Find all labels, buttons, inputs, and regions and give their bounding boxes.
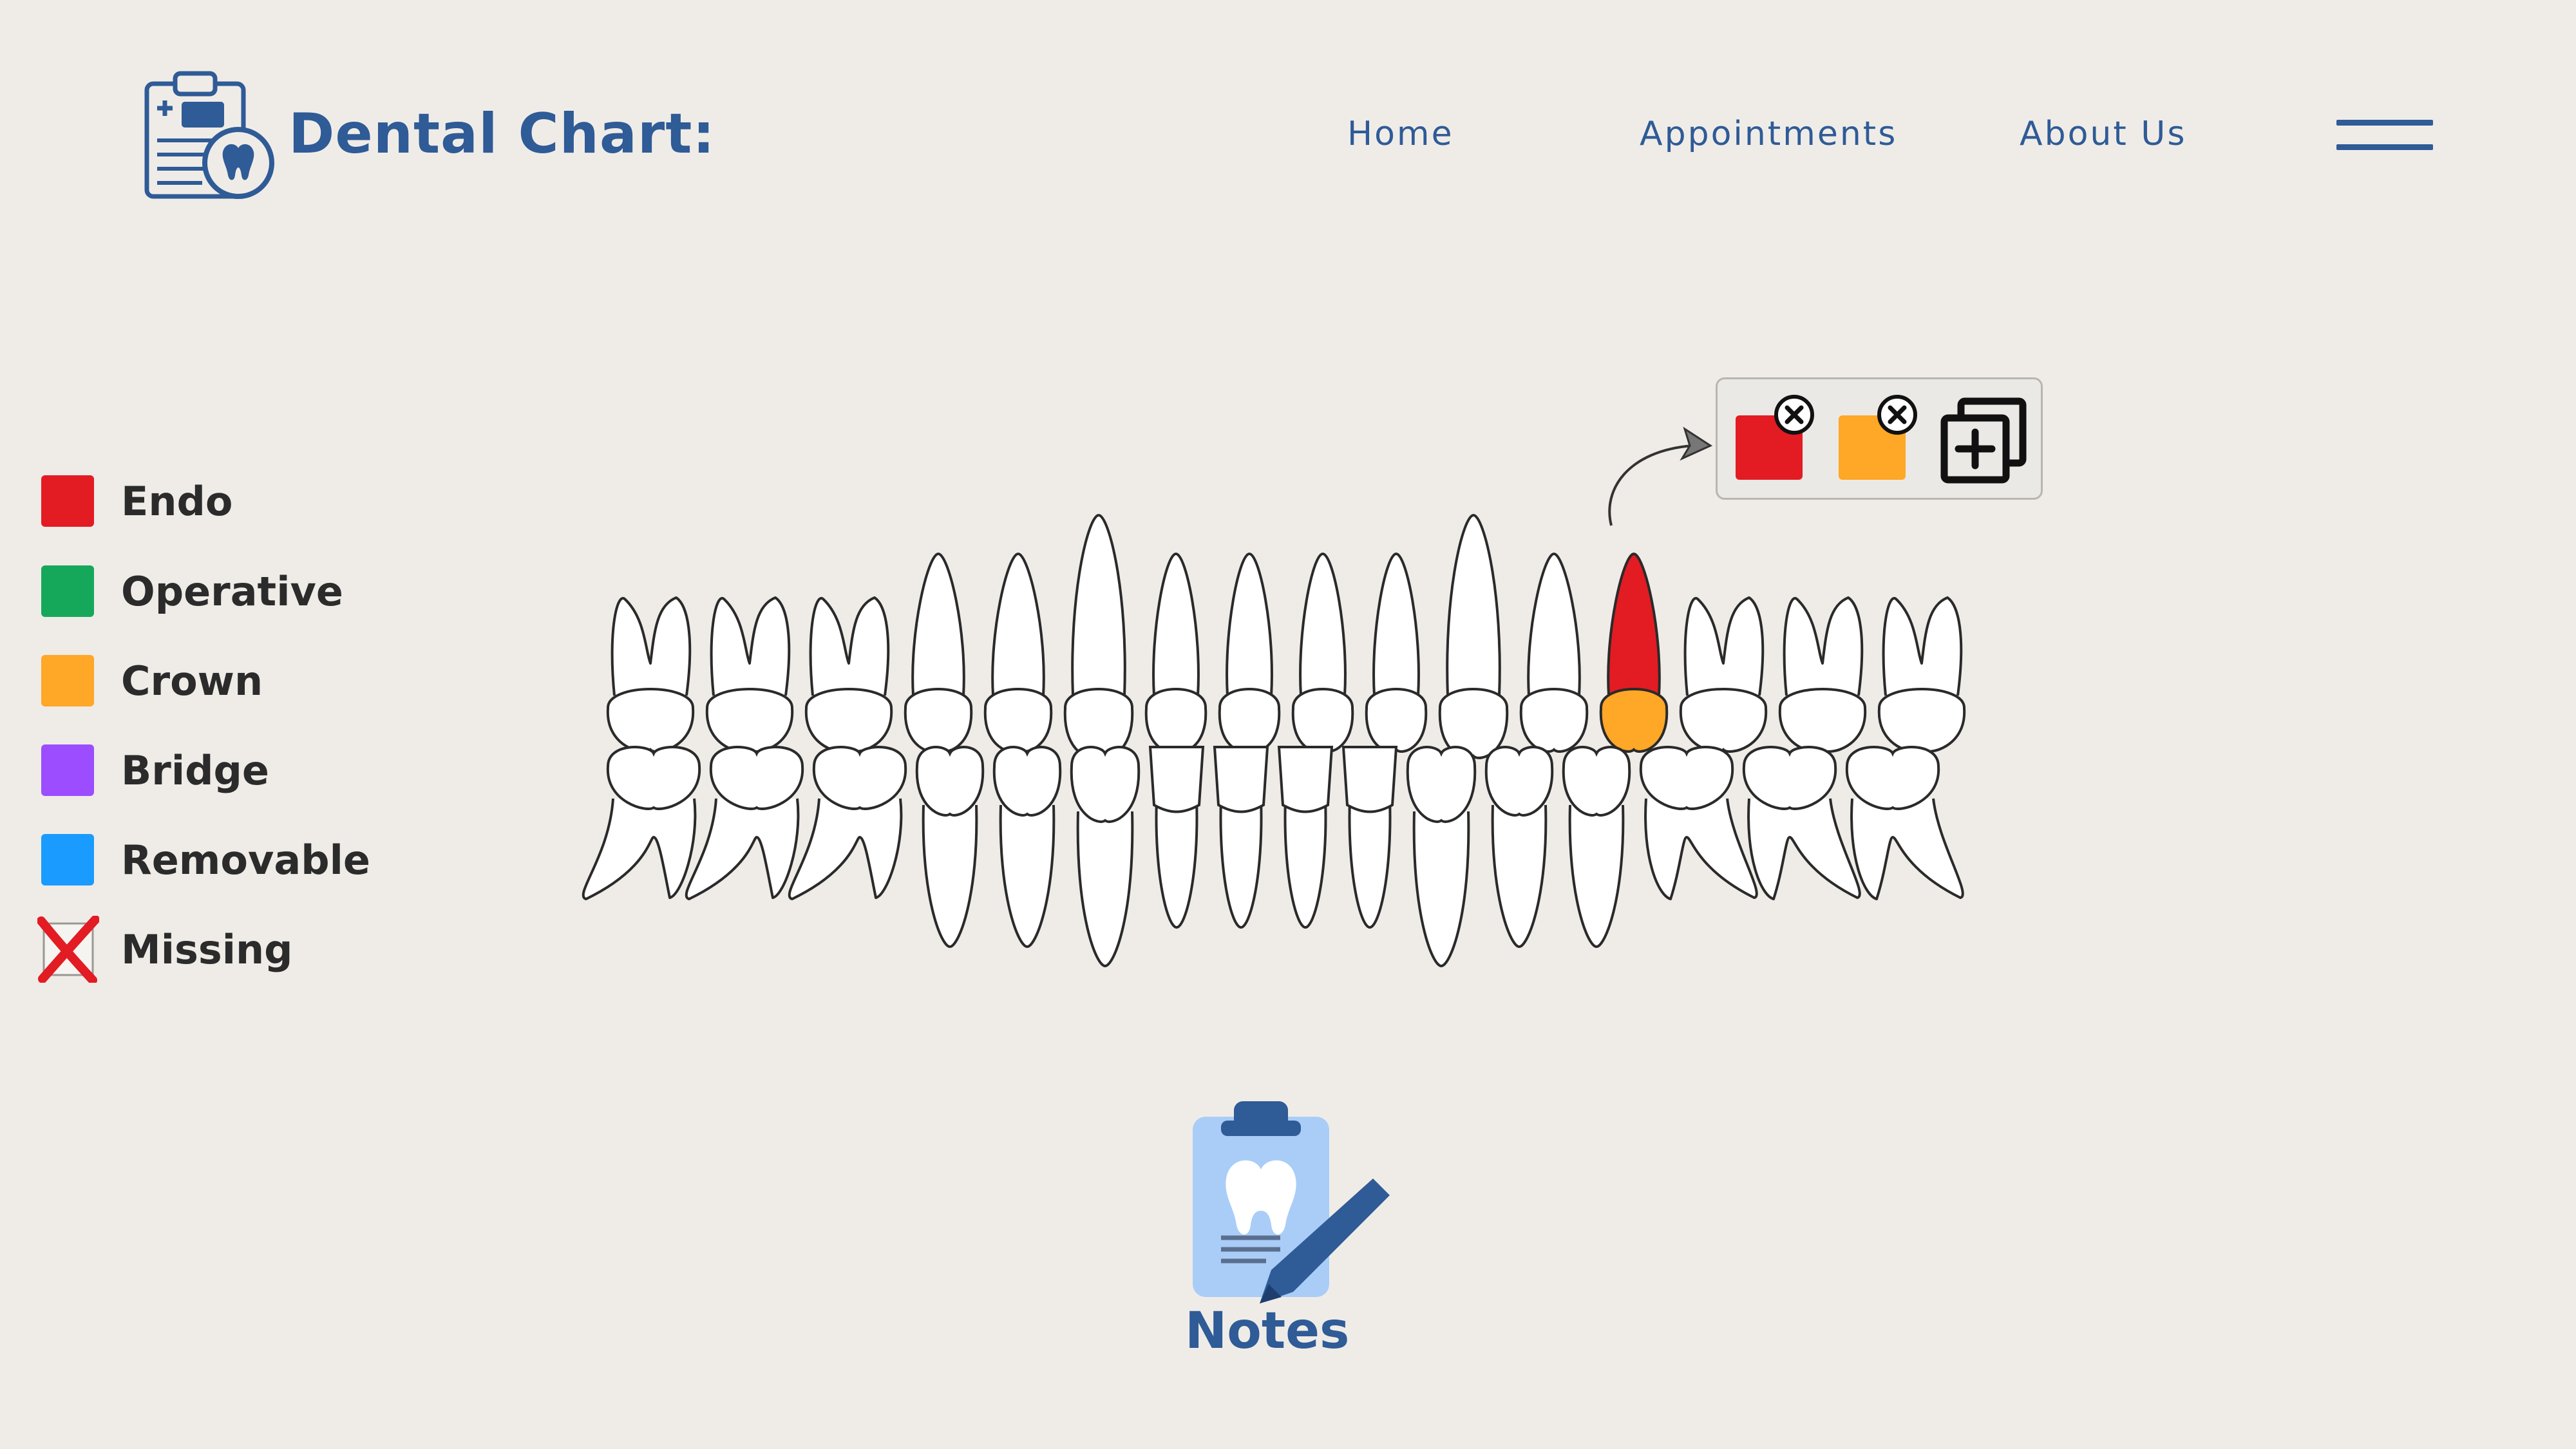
upper-tooth-10[interactable] bbox=[1365, 553, 1428, 753]
arrow-icon bbox=[1608, 426, 1713, 526]
hamburger-icon[interactable] bbox=[2336, 120, 2433, 151]
clipboard-tooth-icon bbox=[142, 70, 277, 202]
dental-chart bbox=[582, 514, 1966, 967]
upper-tooth-13[interactable] bbox=[1599, 553, 1669, 753]
legend-label: Missing bbox=[121, 925, 293, 973]
lower-tooth-16[interactable] bbox=[1845, 746, 1964, 900]
lower-tooth-8[interactable] bbox=[1213, 746, 1269, 929]
upper-tooth-6[interactable] bbox=[1063, 514, 1134, 759]
upper-tooth-5[interactable] bbox=[983, 553, 1053, 753]
upper-tooth-4[interactable] bbox=[904, 553, 973, 753]
operative-swatch bbox=[41, 565, 94, 617]
lower-tooth-3[interactable] bbox=[788, 746, 907, 900]
upper-tooth-8[interactable] bbox=[1218, 553, 1281, 753]
notes-label[interactable]: Notes bbox=[1185, 1302, 1349, 1360]
bridge-swatch bbox=[41, 744, 94, 796]
upper-tooth-11[interactable] bbox=[1438, 514, 1509, 759]
upper-tooth-9[interactable] bbox=[1291, 553, 1354, 753]
lower-tooth-13[interactable] bbox=[1562, 746, 1631, 948]
crown-swatch bbox=[41, 655, 94, 706]
legend-item-endo[interactable]: Endo bbox=[41, 469, 402, 533]
upper-tooth-3[interactable] bbox=[804, 596, 893, 753]
legend-item-missing[interactable]: Missing bbox=[37, 916, 402, 983]
nav-about-link[interactable]: About Us bbox=[2020, 115, 2186, 153]
upper-tooth-7[interactable] bbox=[1144, 553, 1208, 753]
legend-label: Removable bbox=[121, 836, 370, 884]
legend-item-crown[interactable]: Crown bbox=[41, 649, 402, 713]
upper-tooth-1[interactable] bbox=[606, 596, 695, 753]
upper-tooth-14[interactable] bbox=[1679, 596, 1768, 753]
lower-tooth-15[interactable] bbox=[1742, 746, 1861, 900]
endo-swatch bbox=[41, 475, 94, 527]
upper-tooth-16[interactable] bbox=[1877, 596, 1966, 753]
lower-tooth-2[interactable] bbox=[685, 746, 804, 900]
add-copy-icon[interactable] bbox=[1939, 396, 2029, 486]
lower-tooth-1[interactable] bbox=[582, 746, 701, 900]
legend-item-removable[interactable]: Removable bbox=[41, 828, 402, 892]
lower-tooth-4[interactable] bbox=[915, 746, 985, 948]
lower-tooth-12[interactable] bbox=[1484, 746, 1554, 948]
tooth-condition-popup bbox=[1716, 377, 2043, 500]
nav-appointments-link[interactable]: Appointments bbox=[1640, 115, 1897, 153]
legend-label: Crown bbox=[121, 657, 263, 705]
lower-tooth-6[interactable] bbox=[1070, 746, 1141, 967]
legend-item-operative[interactable]: Operative bbox=[41, 559, 402, 623]
red-x-icon bbox=[37, 916, 99, 983]
page-title: Dental Chart: bbox=[289, 102, 715, 166]
upper-tooth-2[interactable] bbox=[705, 596, 794, 753]
legend-label: Endo bbox=[121, 477, 233, 525]
lower-tooth-5[interactable] bbox=[992, 746, 1062, 948]
remove-crown-icon[interactable] bbox=[1875, 392, 1920, 437]
nav-home-link[interactable]: Home bbox=[1347, 115, 1454, 153]
legend-label: Bridge bbox=[121, 746, 269, 794]
lower-tooth-7[interactable] bbox=[1148, 746, 1205, 929]
upper-tooth-12[interactable] bbox=[1519, 553, 1589, 753]
lower-tooth-9[interactable] bbox=[1277, 746, 1334, 929]
lower-tooth-11[interactable] bbox=[1406, 746, 1477, 967]
upper-tooth-15[interactable] bbox=[1778, 596, 1867, 753]
legend-item-bridge[interactable]: Bridge bbox=[41, 738, 402, 802]
legend-label: Operative bbox=[121, 567, 343, 615]
clipboard-pen-icon[interactable] bbox=[1180, 1095, 1399, 1307]
removable-swatch bbox=[41, 834, 94, 886]
remove-endo-icon[interactable] bbox=[1772, 392, 1817, 437]
lower-tooth-14[interactable] bbox=[1639, 746, 1758, 900]
lower-tooth-10[interactable] bbox=[1341, 746, 1398, 929]
